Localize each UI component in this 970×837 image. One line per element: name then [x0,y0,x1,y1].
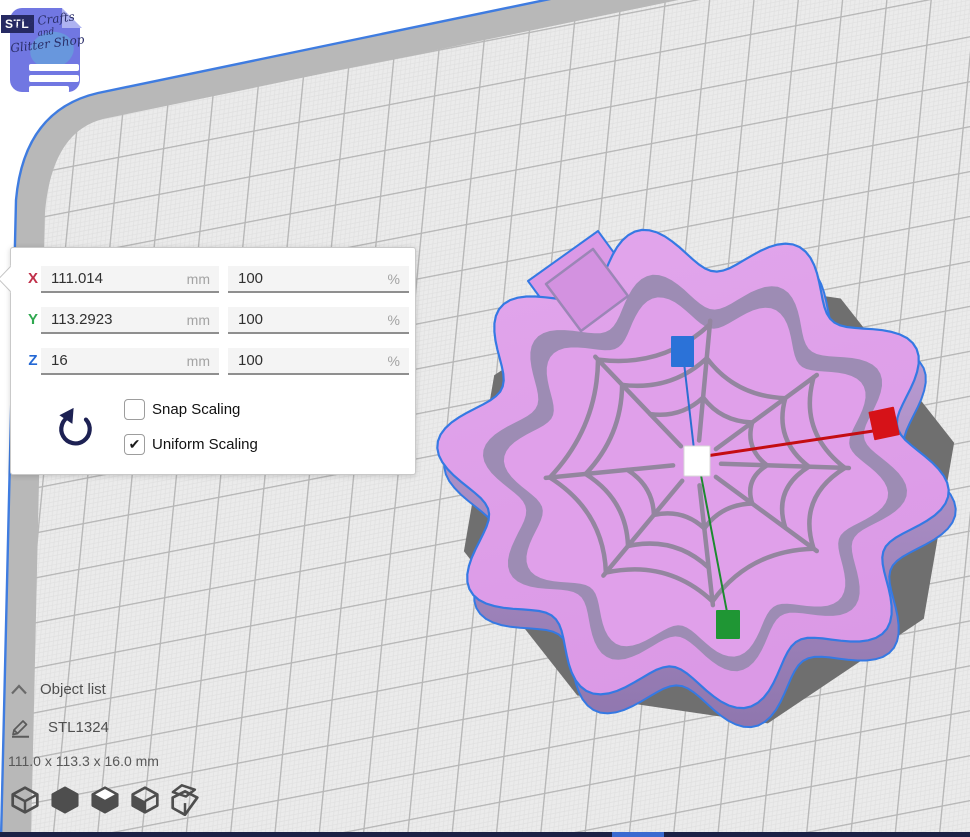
reset-rotate-icon [53,406,93,448]
object-name: STL1324 [48,719,109,736]
scale-row-x: X 111.014 mm 100 % [11,266,415,293]
stl-badge: STL [1,15,34,33]
scale-x-percent-input[interactable]: 100 % [228,266,409,293]
folded-corner-icon [62,8,82,28]
cube-icon-lid-open[interactable] [168,784,202,816]
scale-z-mm-input[interactable]: 16 mm [41,348,219,375]
scale-z-percent-input[interactable]: 100 % [228,348,409,375]
shop-logo: STL the Crafts and Glitter Shop [1,2,91,99]
cube-icon-solid-glyph [48,784,82,816]
logo-text-bar [29,86,69,92]
cube-icon-wireframe-glyph [8,784,42,816]
axis-z-label: Z [24,352,42,369]
scale-y-mm-input[interactable]: 113.2923 mm [41,307,219,334]
snap-scaling-checkbox[interactable] [124,399,145,420]
cube-icon-side-filled-glyph [128,784,162,816]
axis-y-label: Y [24,311,42,328]
scale-row-z: Z 16 mm 100 % [11,348,415,375]
scale-x-mm-input[interactable]: 111.014 mm [41,266,219,293]
cube-icon-top-open[interactable] [88,784,122,816]
cube-icon-solid[interactable] [48,784,82,816]
axis-x-label: X [24,270,42,287]
spiderweb-mold-model[interactable] [437,230,955,727]
scale-handle-y[interactable] [716,610,740,639]
snap-scaling-label: Snap Scaling [152,401,240,418]
reset-scale-button[interactable] [53,406,93,448]
scale-handle-z[interactable] [671,336,694,367]
cube-icon-lid-open-glyph [168,784,202,816]
edit-pencil-icon [10,718,32,738]
scale-tool-panel: X 111.014 mm 100 % Y 113.2923 mm 100 % Z [10,247,416,475]
logo-text-bar [29,75,79,82]
object-dimensions: 111.0 x 113.3 x 16.0 mm [8,753,159,769]
window-bottom-border [0,832,970,837]
chevron-up-icon [10,683,28,696]
scale-row-y: Y 113.2923 mm 100 % [11,307,415,334]
application-window: STL the Crafts and Glitter Shop X 111.01… [0,0,970,837]
logo-text-bar [29,64,79,71]
uniform-scaling-checkbox[interactable]: ✔ [124,434,145,455]
object-list-title: Object list [40,681,106,698]
cube-icon-side-filled[interactable] [128,784,162,816]
uniform-scaling-label: Uniform Scaling [152,436,258,453]
window-bottom-accent [612,832,664,837]
scale-handle-center[interactable] [684,446,710,476]
cube-icon-wireframe[interactable] [8,784,42,816]
cube-icon-top-open-glyph [88,784,122,816]
scale-y-percent-input[interactable]: 100 % [228,307,409,334]
